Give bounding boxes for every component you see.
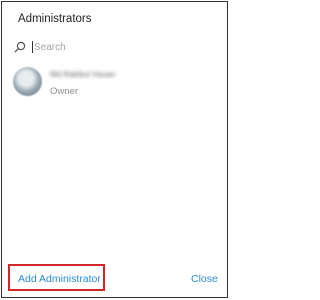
administrators-dialog: Administrators Md.Rakibul Hasan Owner Ad… [1,1,228,298]
avatar [13,67,42,96]
list-item[interactable]: Md.Rakibul Hasan Owner [2,64,227,104]
admin-name: Md.Rakibul Hasan [50,70,116,79]
add-administrator-button[interactable]: Add Administrator [18,273,101,285]
text-cursor [32,41,33,53]
administrators-list: Md.Rakibul Hasan Owner [2,64,227,104]
search-bar[interactable] [14,39,214,55]
admin-role: Owner [50,86,78,97]
dialog-title: Administrators [18,13,92,25]
close-button[interactable]: Close [191,273,218,285]
search-input[interactable] [34,41,194,53]
search-icon [14,41,26,53]
